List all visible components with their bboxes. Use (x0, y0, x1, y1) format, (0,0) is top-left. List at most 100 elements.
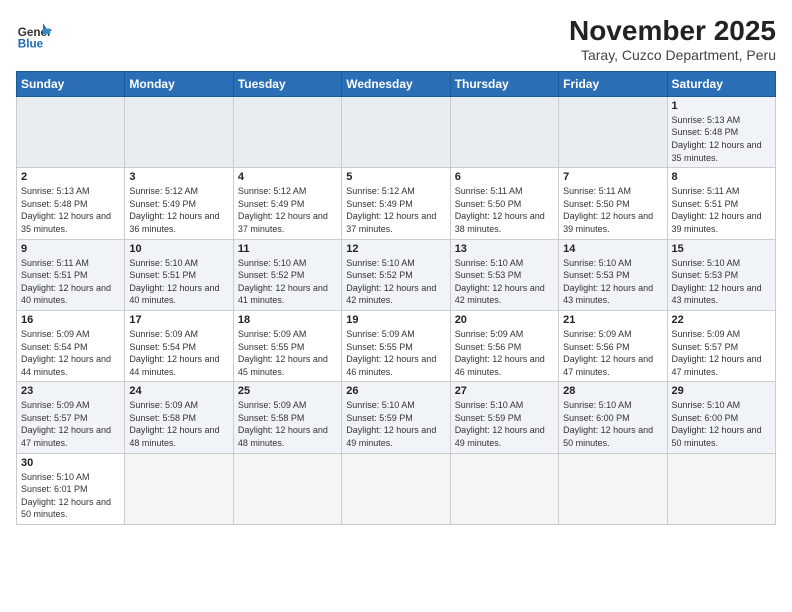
calendar-day-cell: 18 Sunrise: 5:09 AM Sunset: 5:55 PM Dayli… (233, 310, 341, 381)
day-info: Sunrise: 5:10 AM Sunset: 6:01 PM Dayligh… (21, 471, 120, 521)
calendar-table: SundayMondayTuesdayWednesdayThursdayFrid… (16, 71, 776, 525)
day-info: Sunrise: 5:09 AM Sunset: 5:55 PM Dayligh… (238, 328, 337, 378)
calendar-day-cell: 9 Sunrise: 5:11 AM Sunset: 5:51 PM Daylig… (17, 239, 125, 310)
day-number: 18 (238, 314, 337, 326)
day-info: Sunrise: 5:09 AM Sunset: 5:56 PM Dayligh… (455, 328, 554, 378)
calendar-day-cell: 22 Sunrise: 5:09 AM Sunset: 5:57 PM Dayli… (667, 310, 775, 381)
day-of-week-header: Monday (125, 71, 233, 96)
calendar-week-row: 30 Sunrise: 5:10 AM Sunset: 6:01 PM Dayli… (17, 453, 776, 524)
calendar-day-cell: 11Sunrise: 5:10 AM Sunset: 5:52 PM Dayli… (233, 239, 341, 310)
day-info: Sunrise: 5:09 AM Sunset: 5:57 PM Dayligh… (21, 399, 120, 449)
day-info: Sunrise: 5:10 AM Sunset: 6:00 PM Dayligh… (672, 399, 771, 449)
day-info: Sunrise: 5:10 AM Sunset: 5:59 PM Dayligh… (346, 399, 445, 449)
day-number: 25 (238, 385, 337, 397)
day-of-week-header: Friday (559, 71, 667, 96)
day-number: 1 (672, 100, 771, 112)
day-number: 16 (21, 314, 120, 326)
calendar-day-cell (125, 453, 233, 524)
day-number: 13 (455, 243, 554, 255)
calendar-day-cell (559, 96, 667, 167)
day-info: Sunrise: 5:10 AM Sunset: 5:53 PM Dayligh… (455, 257, 554, 307)
logo-icon: General Blue (16, 16, 52, 52)
calendar-day-cell: 12 Sunrise: 5:10 AM Sunset: 5:52 PM Dayli… (342, 239, 450, 310)
calendar-day-cell (233, 96, 341, 167)
day-info: Sunrise: 5:10 AM Sunset: 5:53 PM Dayligh… (563, 257, 662, 307)
day-info: Sunrise: 5:11 AM Sunset: 5:50 PM Dayligh… (455, 185, 554, 235)
day-number: 17 (129, 314, 228, 326)
calendar-day-cell: 20 Sunrise: 5:09 AM Sunset: 5:56 PM Dayli… (450, 310, 558, 381)
day-number: 30 (21, 457, 120, 469)
day-info: Sunrise: 5:11 AM Sunset: 5:51 PM Dayligh… (21, 257, 120, 307)
day-info: Sunrise: 5:09 AM Sunset: 5:55 PM Dayligh… (346, 328, 445, 378)
calendar-day-cell: 1 Sunrise: 5:13 AM Sunset: 5:48 PM Daylig… (667, 96, 775, 167)
title-block: November 2025 Taray, Cuzco Department, P… (569, 16, 776, 63)
day-number: 8 (672, 171, 771, 183)
day-number: 29 (672, 385, 771, 397)
day-info: Sunrise: 5:10 AM Sunset: 5:52 PM Dayligh… (346, 257, 445, 307)
calendar-day-cell: 19 Sunrise: 5:09 AM Sunset: 5:55 PM Dayli… (342, 310, 450, 381)
calendar-day-cell: 17Sunrise: 5:09 AM Sunset: 5:54 PM Dayli… (125, 310, 233, 381)
page: General Blue November 2025 Taray, Cuzco … (0, 0, 792, 535)
day-info: Sunrise: 5:13 AM Sunset: 5:48 PM Dayligh… (21, 185, 120, 235)
calendar-day-cell: 13 Sunrise: 5:10 AM Sunset: 5:53 PM Dayli… (450, 239, 558, 310)
day-number: 21 (563, 314, 662, 326)
calendar-day-cell: 14 Sunrise: 5:10 AM Sunset: 5:53 PM Dayli… (559, 239, 667, 310)
day-info: Sunrise: 5:09 AM Sunset: 5:57 PM Dayligh… (672, 328, 771, 378)
svg-text:Blue: Blue (18, 38, 44, 51)
day-number: 26 (346, 385, 445, 397)
calendar-day-cell: 24Sunrise: 5:09 AM Sunset: 5:58 PM Dayli… (125, 382, 233, 453)
calendar-day-cell: 28Sunrise: 5:10 AM Sunset: 6:00 PM Dayli… (559, 382, 667, 453)
day-number: 19 (346, 314, 445, 326)
calendar-header-row: SundayMondayTuesdayWednesdayThursdayFrid… (17, 71, 776, 96)
day-info: Sunrise: 5:09 AM Sunset: 5:58 PM Dayligh… (129, 399, 228, 449)
calendar-day-cell: 30 Sunrise: 5:10 AM Sunset: 6:01 PM Dayli… (17, 453, 125, 524)
calendar-day-cell: 15 Sunrise: 5:10 AM Sunset: 5:53 PM Dayli… (667, 239, 775, 310)
logo: General Blue (16, 16, 52, 52)
day-number: 20 (455, 314, 554, 326)
calendar-day-cell: 4 Sunrise: 5:12 AM Sunset: 5:49 PM Daylig… (233, 168, 341, 239)
calendar-day-cell (342, 96, 450, 167)
day-number: 23 (21, 385, 120, 397)
calendar-day-cell: 7 Sunrise: 5:11 AM Sunset: 5:50 PM Daylig… (559, 168, 667, 239)
day-number: 15 (672, 243, 771, 255)
calendar-day-cell: 29 Sunrise: 5:10 AM Sunset: 6:00 PM Dayli… (667, 382, 775, 453)
calendar-day-cell: 25Sunrise: 5:09 AM Sunset: 5:58 PM Dayli… (233, 382, 341, 453)
calendar-day-cell: 26 Sunrise: 5:10 AM Sunset: 5:59 PM Dayli… (342, 382, 450, 453)
day-info: Sunrise: 5:11 AM Sunset: 5:50 PM Dayligh… (563, 185, 662, 235)
calendar-day-cell (17, 96, 125, 167)
day-number: 9 (21, 243, 120, 255)
calendar-day-cell (559, 453, 667, 524)
calendar-day-cell (450, 96, 558, 167)
day-info: Sunrise: 5:13 AM Sunset: 5:48 PM Dayligh… (672, 114, 771, 164)
day-info: Sunrise: 5:09 AM Sunset: 5:56 PM Dayligh… (563, 328, 662, 378)
day-of-week-header: Thursday (450, 71, 558, 96)
day-number: 14 (563, 243, 662, 255)
day-number: 12 (346, 243, 445, 255)
calendar-day-cell (450, 453, 558, 524)
day-number: 2 (21, 171, 120, 183)
calendar-day-cell: 5Sunrise: 5:12 AM Sunset: 5:49 PM Daylig… (342, 168, 450, 239)
day-of-week-header: Wednesday (342, 71, 450, 96)
day-number: 22 (672, 314, 771, 326)
calendar-day-cell: 16 Sunrise: 5:09 AM Sunset: 5:54 PM Dayli… (17, 310, 125, 381)
calendar-week-row: 2 Sunrise: 5:13 AM Sunset: 5:48 PM Daylig… (17, 168, 776, 239)
calendar-day-cell (342, 453, 450, 524)
day-number: 7 (563, 171, 662, 183)
day-number: 4 (238, 171, 337, 183)
day-info: Sunrise: 5:10 AM Sunset: 5:59 PM Dayligh… (455, 399, 554, 449)
calendar-week-row: 9 Sunrise: 5:11 AM Sunset: 5:51 PM Daylig… (17, 239, 776, 310)
calendar-day-cell: 3Sunrise: 5:12 AM Sunset: 5:49 PM Daylig… (125, 168, 233, 239)
day-info: Sunrise: 5:12 AM Sunset: 5:49 PM Dayligh… (238, 185, 337, 235)
calendar-day-cell (233, 453, 341, 524)
day-of-week-header: Saturday (667, 71, 775, 96)
calendar-day-cell: 10 Sunrise: 5:10 AM Sunset: 5:51 PM Dayli… (125, 239, 233, 310)
day-info: Sunrise: 5:10 AM Sunset: 5:53 PM Dayligh… (672, 257, 771, 307)
day-info: Sunrise: 5:10 AM Sunset: 6:00 PM Dayligh… (563, 399, 662, 449)
calendar-day-cell: 2 Sunrise: 5:13 AM Sunset: 5:48 PM Daylig… (17, 168, 125, 239)
day-of-week-header: Sunday (17, 71, 125, 96)
day-info: Sunrise: 5:09 AM Sunset: 5:54 PM Dayligh… (21, 328, 120, 378)
calendar-week-row: 23 Sunrise: 5:09 AM Sunset: 5:57 PM Dayli… (17, 382, 776, 453)
day-info: Sunrise: 5:10 AM Sunset: 5:51 PM Dayligh… (129, 257, 228, 307)
subtitle: Taray, Cuzco Department, Peru (569, 47, 776, 63)
day-number: 10 (129, 243, 228, 255)
